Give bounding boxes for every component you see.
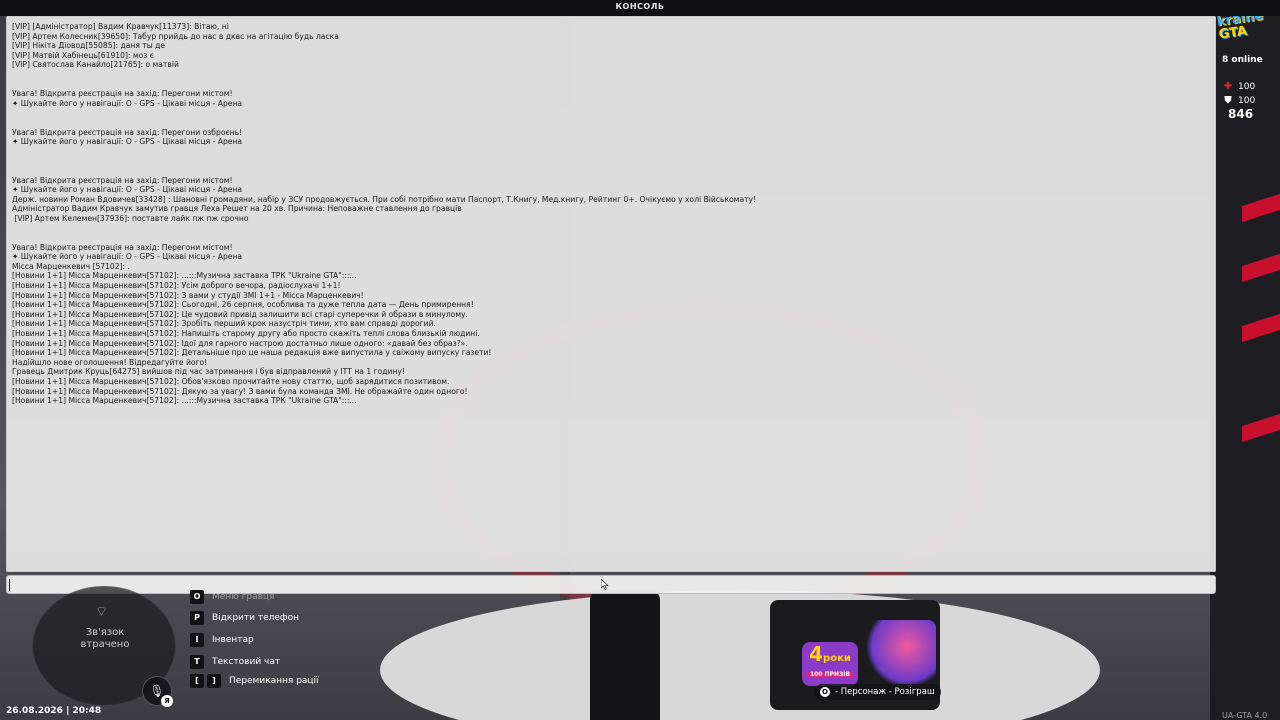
- connection-lost-text: Зв'язок втрачено: [80, 627, 130, 650]
- console-line: [VIP] Артем Колесник[39650]: Табур прийд…: [12, 31, 339, 41]
- console-line: Місса Марценкевич [57102]: .: [12, 261, 130, 271]
- shield-icon: ⛊: [1224, 95, 1232, 106]
- console-line: [VIP] Артем Келемен[37936]: поставте лай…: [12, 213, 249, 223]
- console-line: [VIP] Матвій Хабінець[61910]: моз є: [12, 50, 154, 60]
- key-badge: T: [190, 655, 204, 669]
- console-line: [VIP] Святослав Канайло[21765]: о матвій: [12, 60, 179, 70]
- health-icon: ✚: [1223, 81, 1233, 92]
- console-line: [Новини 1+1] Місса Марценкевич[57102]: О…: [12, 376, 450, 386]
- console-input-wrap[interactable]: [6, 575, 1216, 598]
- mic-key-badge: Я: [161, 695, 173, 707]
- health-value: 100: [1238, 81, 1256, 92]
- arena-floor: [380, 590, 1100, 720]
- badge-sub: 100 ПРИЗІВ: [806, 671, 854, 678]
- mouse-cursor-icon: [601, 579, 609, 590]
- giveaway-label[interactable]: O - Персонаж - Розіграш: [814, 684, 941, 700]
- console-line: [Новини 1+1] Місса Марценкевич[57102]: .…: [12, 271, 357, 281]
- game-version: UA-GTA 4.0: [1222, 711, 1268, 720]
- console-line: [Новини 1+1] Місса Марценкевич[57102]: Ц…: [12, 309, 468, 319]
- badge-number: 4: [809, 642, 824, 666]
- giveaway-promo[interactable]: 4роки 100 ПРИЗІВ: [802, 616, 936, 688]
- console-line: Увага! Відкрита реєстрація на захід: Пер…: [12, 89, 233, 99]
- console-log[interactable]: [VIP] [Адміністратор] Вадим Кравчук[1137…: [6, 16, 1216, 572]
- hint-inventory: I Інвентар: [190, 633, 254, 647]
- console-line: [VIP] Нікіта Діовод[55085]: даня ты де: [12, 41, 166, 51]
- anniversary-badge: 4роки 100 ПРИЗІВ: [802, 642, 858, 686]
- console-line: [Новини 1+1] Місса Марценкевич[57102]: З…: [12, 319, 436, 329]
- hint-label: Текстовий чат: [212, 657, 281, 667]
- hint-label: Відкрити телефон: [212, 613, 300, 623]
- input-caret: [9, 579, 10, 591]
- hint-label: Меню гравця: [212, 592, 275, 602]
- console-line: [Новини 1+1] Місса Марценкевич[57102]: І…: [12, 338, 468, 348]
- key-badge: [: [190, 674, 204, 688]
- console-line: ✦ Шукайте його у навігації: O - GPS - Ці…: [12, 137, 243, 147]
- console-line: ✦ Шукайте його у навігації: O - GPS - Ці…: [12, 185, 243, 195]
- console-line: Увага! Відкрита реєстрація на захід: Пер…: [12, 242, 233, 252]
- giveaway-label-text: - Персонаж - Розіграш: [835, 687, 935, 697]
- console-line: ✦ Шукайте його у навігації: O - GPS - Ці…: [12, 252, 243, 262]
- console-line: Гравець Дмитрик Круць[64275] вийшов під …: [12, 367, 405, 377]
- hint-player-menu: O Меню гравця: [190, 590, 274, 604]
- console-line: Адміністратор Вадим Кравчук замутив грав…: [12, 204, 462, 214]
- key-badges: [ ]: [190, 674, 221, 688]
- key-badge: ]: [207, 674, 221, 688]
- console-input[interactable]: [7, 580, 1215, 598]
- hint-radio-switch: [ ] Перемикання рації: [190, 674, 319, 688]
- hint-label: Інвентар: [212, 635, 254, 645]
- console-line: [Новини 1+1] Місса Марценкевич[57102]: С…: [12, 300, 474, 310]
- key-badge: P: [190, 611, 204, 625]
- console-line: [Новини 1+1] Місса Марценкевич[57102]: Н…: [12, 329, 480, 338]
- console-line: ✦ Шукайте його у навігації: O - GPS - Ці…: [12, 98, 243, 108]
- datetime: 26.08.2026 | 20:48: [6, 706, 102, 716]
- console-line: [VIP] [Адміністратор] Вадим Кравчук[1137…: [12, 22, 229, 31]
- console-title: КОНСОЛЬ: [615, 2, 665, 11]
- console-line: Надійшло нове оголошення! Відредагуйте й…: [12, 357, 208, 367]
- online-count: 8 online: [1222, 55, 1263, 65]
- promo-character-image: [864, 620, 936, 686]
- console-line: [Новини 1+1] Місса Марценкевич[57102]: .…: [12, 396, 357, 406]
- no-signal-icon: ⌔: [95, 604, 109, 620]
- money-value: 846: [1228, 107, 1254, 121]
- console-line: Держ. новини Роман Вдовичев[33428] : Шан…: [12, 194, 757, 204]
- key-badge: O: [820, 687, 830, 697]
- player-character: [590, 590, 660, 720]
- health-stat: ✚ 100: [1222, 81, 1255, 92]
- console-line: Увага! Відкрита реєстрація на захід: Пер…: [12, 127, 243, 137]
- badge-word: роки: [823, 653, 851, 664]
- key-badge: I: [190, 633, 204, 647]
- console-line: [Новини 1+1] Місса Марценкевич[57102]: З…: [12, 290, 364, 300]
- console-line: [Новини 1+1] Місса Марценкевич[57102]: Д…: [12, 386, 468, 396]
- console-line: Увага! Відкрита реєстрація на захід: Пер…: [12, 175, 233, 185]
- armor-value: 100: [1238, 95, 1256, 106]
- armor-stat: ⛊ 100: [1222, 95, 1255, 106]
- console-line: [Новини 1+1] Місса Марценкевич[57102]: Д…: [12, 348, 492, 358]
- hint-open-phone: P Відкрити телефон: [190, 611, 299, 625]
- key-badge: O: [190, 590, 204, 604]
- console-line: [Новини 1+1] Місса Марценкевич[57102]: У…: [12, 281, 341, 291]
- hint-label: Перемикання рації: [229, 676, 319, 686]
- hint-text-chat: T Текстовий чат: [190, 655, 280, 669]
